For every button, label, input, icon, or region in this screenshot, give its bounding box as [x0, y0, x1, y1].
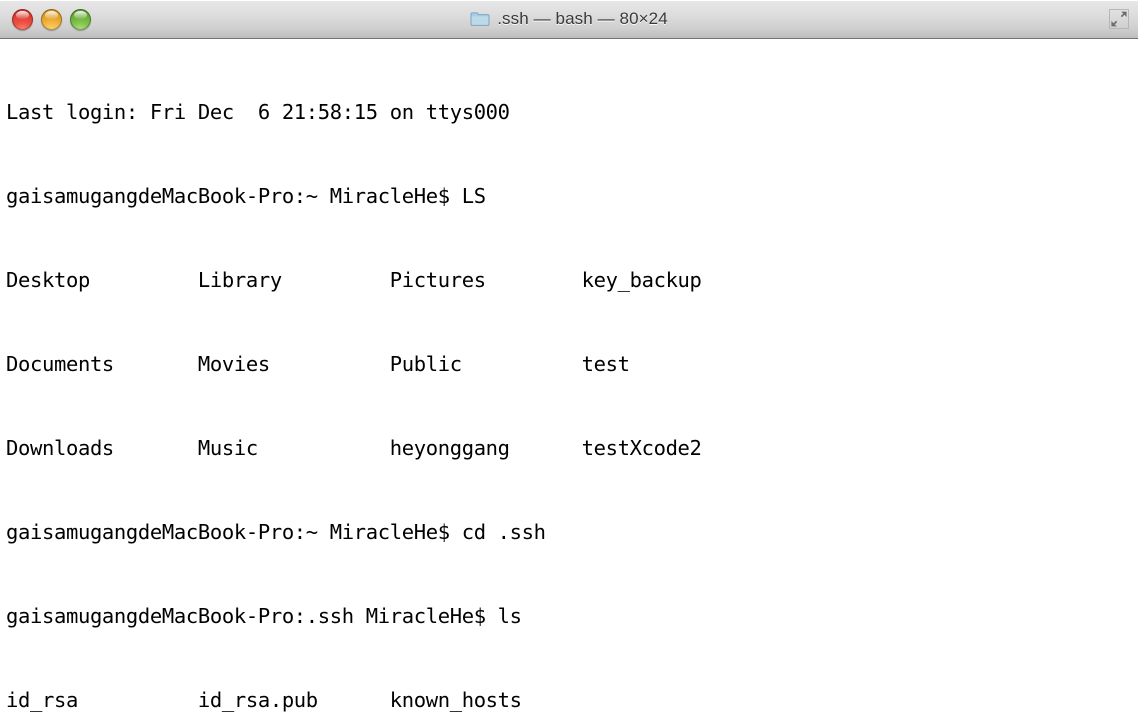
- terminal-line: gaisamugangdeMacBook-Pro:~ MiracleHe$ cd…: [6, 520, 546, 544]
- terminal-line: Downloads Music heyonggang testXcode2: [6, 436, 702, 460]
- close-button[interactable]: [12, 8, 33, 30]
- terminal-line: Documents Movies Public test: [6, 352, 630, 376]
- fullscreen-arrows-icon[interactable]: [1107, 7, 1131, 31]
- window-controls: [8, 0, 91, 38]
- terminal-line: Last login: Fri Dec 6 21:58:15 on ttys00…: [6, 100, 510, 124]
- window-titlebar[interactable]: .ssh — bash — 80×24: [0, 0, 1138, 39]
- folder-icon: [470, 11, 490, 27]
- zoom-button[interactable]: [70, 8, 91, 30]
- minimize-button[interactable]: [41, 8, 62, 30]
- window-title: .ssh — bash — 80×24: [497, 9, 668, 28]
- terminal-line: gaisamugangdeMacBook-Pro:~ MiracleHe$ LS: [6, 184, 486, 208]
- terminal-output-area[interactable]: Last login: Fri Dec 6 21:58:15 on ttys00…: [0, 39, 1138, 722]
- terminal-line: Desktop Library Pictures key_backup: [6, 268, 702, 292]
- terminal-line: gaisamugangdeMacBook-Pro:.ssh MiracleHe$…: [6, 604, 522, 628]
- window-title-group: .ssh — bash — 80×24: [0, 0, 1138, 38]
- terminal-line: id_rsa id_rsa.pub known_hosts: [6, 688, 522, 712]
- terminal-window: .ssh — bash — 80×24 Last login: Fri Dec …: [0, 0, 1138, 722]
